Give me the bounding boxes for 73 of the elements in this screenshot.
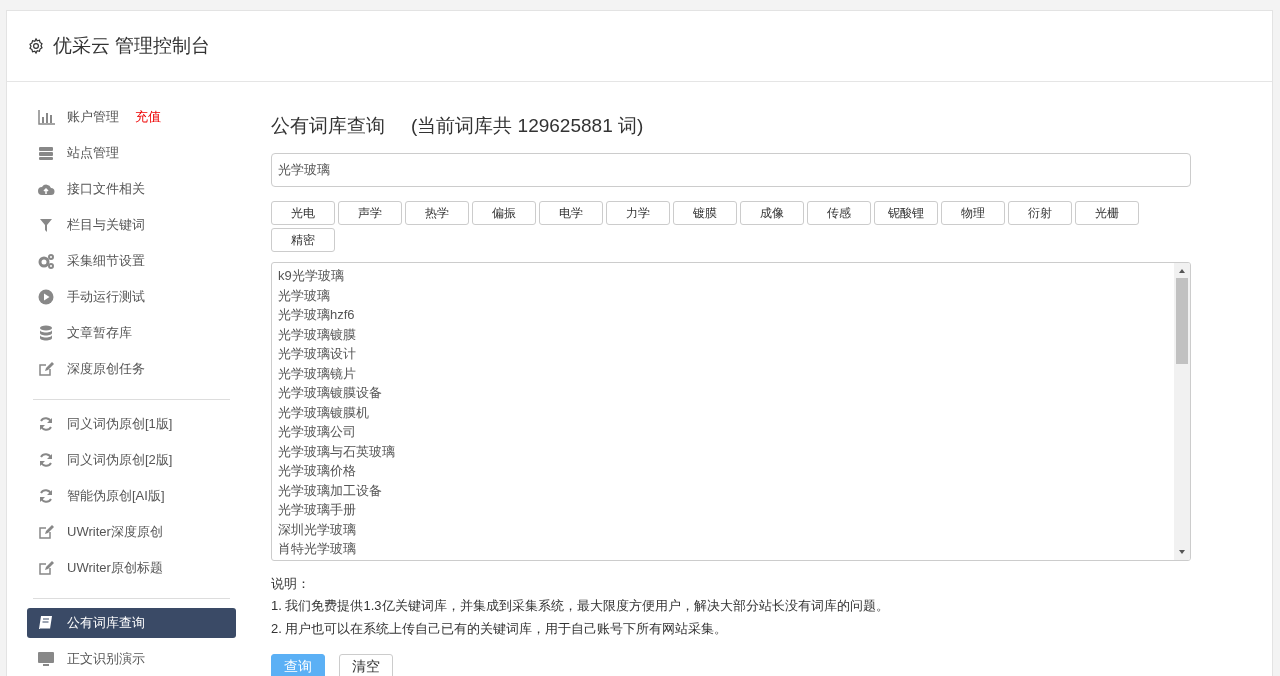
- result-item[interactable]: 光学玻璃镀膜设备: [278, 383, 1174, 403]
- clear-button[interactable]: 清空: [339, 654, 393, 676]
- tag-button[interactable]: 衍射: [1008, 201, 1072, 225]
- sidebar-item[interactable]: 接口文件相关: [27, 174, 236, 204]
- sidebar-item[interactable]: 同义词伪原创[1版]: [27, 409, 236, 439]
- tag-button[interactable]: 偏振: [472, 201, 536, 225]
- scrollbar[interactable]: [1174, 263, 1190, 560]
- filter-icon: [37, 216, 55, 234]
- play-icon: [37, 288, 55, 306]
- result-item[interactable]: 光学玻璃hzf6: [278, 305, 1174, 325]
- tag-button[interactable]: 电学: [539, 201, 603, 225]
- refresh-icon: [37, 415, 55, 433]
- sidebar-item[interactable]: 智能伪原创[AI版]: [27, 481, 236, 511]
- edit-icon: [37, 523, 55, 541]
- tag-button[interactable]: 精密: [271, 228, 335, 252]
- tag-button[interactable]: 热学: [405, 201, 469, 225]
- result-item[interactable]: 光学玻璃设计: [278, 344, 1174, 364]
- sidebar-item[interactable]: 采集细节设置: [27, 246, 236, 276]
- book-icon: [37, 614, 55, 632]
- result-item[interactable]: 光学玻璃镀膜: [278, 324, 1174, 344]
- database-icon: [37, 324, 55, 342]
- refresh-icon: [37, 487, 55, 505]
- word-count-text: (当前词库共 129625881 词): [411, 113, 644, 138]
- tag-button[interactable]: 传感: [807, 201, 871, 225]
- notes-heading: 说明：: [271, 575, 311, 593]
- gears-icon: [37, 252, 55, 270]
- tag-button[interactable]: 成像: [740, 201, 804, 225]
- result-item[interactable]: k9光学玻璃: [278, 266, 1174, 286]
- tag-button[interactable]: 铌酸锂: [874, 201, 938, 225]
- tag-button[interactable]: 光电: [271, 201, 335, 225]
- tag-button[interactable]: 镀膜: [673, 201, 737, 225]
- scroll-up-icon[interactable]: [1178, 267, 1186, 275]
- note-text: 2. 用户也可以在系统上传自己已有的关键词库，用于自己账号下所有网站采集。: [271, 620, 729, 638]
- result-item[interactable]: 肖特光学玻璃: [278, 539, 1174, 559]
- result-item[interactable]: 光学玻璃镀膜机: [278, 402, 1174, 422]
- edit-icon: [37, 360, 55, 378]
- recharge-link[interactable]: 充值: [135, 107, 161, 127]
- sidebar-item[interactable]: 手动运行测试: [27, 282, 236, 312]
- results-list[interactable]: k9光学玻璃 光学玻璃 光学玻璃hzf6 光学玻璃镀膜 光学玻璃设计 光学玻璃镜片 光学玻璃镀膜设备 光学玻璃镀膜机 光学玻璃公司 光学玻璃与石英玻璃 光学玻璃价格 光学玻璃加工设备 光学玻璃手册 深圳光学玻璃 肖特光学玻璃: [271, 262, 1191, 561]
- sidebar-item[interactable]: UWriter深度原创: [27, 517, 236, 547]
- tag-button[interactable]: 物理: [941, 201, 1005, 225]
- server-icon: [37, 144, 55, 162]
- sidebar-item[interactable]: 深度原创任务: [27, 354, 236, 384]
- edit-icon: [37, 559, 55, 577]
- sidebar-item[interactable]: UWriter原创标题: [27, 553, 236, 583]
- sidebar-item[interactable]: 公有词库查询: [27, 608, 236, 638]
- sidebar-item[interactable]: 账户管理 充值: [27, 102, 236, 132]
- scrollbar-thumb[interactable]: [1176, 278, 1188, 364]
- page-title: 公有词库查询: [271, 113, 385, 138]
- bar-chart-icon: [37, 108, 55, 126]
- result-item[interactable]: 光学玻璃与石英玻璃: [278, 441, 1174, 461]
- result-item[interactable]: 光学玻璃手册: [278, 500, 1174, 520]
- result-item[interactable]: 光学玻璃加工设备: [278, 480, 1174, 500]
- monitor-icon: [37, 650, 55, 668]
- search-field[interactable]: 光学玻璃: [271, 153, 1191, 187]
- tag-button[interactable]: 声学: [338, 201, 402, 225]
- result-item[interactable]: 深圳光学玻璃: [278, 519, 1174, 539]
- settings-icon: [27, 37, 45, 55]
- tag-button[interactable]: 力学: [606, 201, 670, 225]
- result-item[interactable]: 光学玻璃镜片: [278, 363, 1174, 383]
- tag-button[interactable]: 光栅: [1075, 201, 1139, 225]
- scroll-down-icon[interactable]: [1178, 548, 1186, 556]
- result-item[interactable]: 光学玻璃: [278, 285, 1174, 305]
- result-item[interactable]: 光学玻璃公司: [278, 422, 1174, 442]
- sidebar-item[interactable]: 文章暂存库: [27, 318, 236, 348]
- sidebar-item[interactable]: 同义词伪原创[2版]: [27, 445, 236, 475]
- result-item[interactable]: 光学玻璃价格: [278, 461, 1174, 481]
- sidebar-item[interactable]: 正文识别演示: [27, 644, 236, 674]
- sidebar-item[interactable]: 站点管理: [27, 138, 236, 168]
- note-text: 1. 我们免费提供1.3亿关键词库，并集成到采集系统，最大限度方便用户，解决大部分站长没有词库的问题。: [271, 597, 890, 615]
- console-title: 优采云 管理控制台: [53, 33, 211, 58]
- refresh-icon: [37, 451, 55, 469]
- sidebar-item[interactable]: 栏目与关键词: [27, 210, 236, 240]
